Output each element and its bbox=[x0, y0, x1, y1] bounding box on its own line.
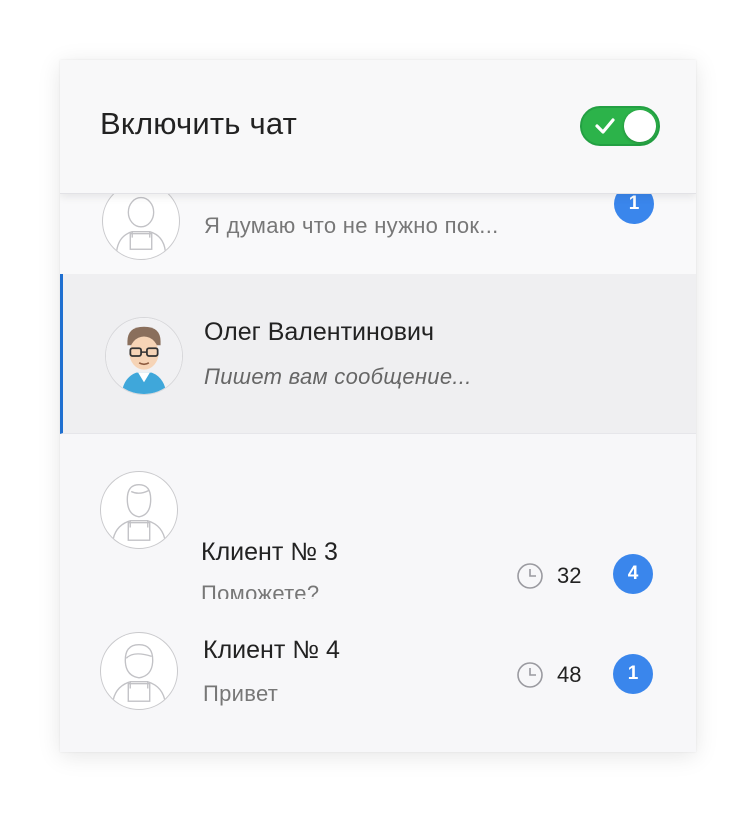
typing-status: Пишет вам сообщение... bbox=[204, 364, 472, 389]
unread-badge: 4 bbox=[613, 554, 653, 594]
chat-list-item[interactable]: Клиент № 4 Привет 48 1 bbox=[60, 599, 696, 752]
user-placeholder-icon bbox=[100, 471, 178, 549]
chat-list-item[interactable]: Я думаю что не нужно пок... 1 bbox=[60, 182, 696, 275]
enable-chat-label: Включить чат bbox=[100, 106, 297, 141]
clock-icon bbox=[517, 563, 543, 589]
chat-preview: Я думаю что не нужно пок... bbox=[204, 213, 499, 238]
chat-list-item[interactable]: Клиент № 3 Поможете? 32 4 bbox=[60, 434, 696, 606]
chat-preview: Привет bbox=[203, 681, 279, 706]
toggle-knob bbox=[624, 110, 656, 142]
chat-list-item-active[interactable]: Олег Валентинович Пишет вам сообщение... bbox=[60, 274, 696, 434]
enable-chat-toggle[interactable] bbox=[580, 106, 660, 146]
wait-time: 32 bbox=[557, 563, 582, 588]
contact-name: Клиент № 4 bbox=[203, 636, 340, 664]
clock-icon bbox=[517, 662, 543, 688]
avatar bbox=[105, 317, 183, 395]
contact-name: Клиент № 3 bbox=[201, 538, 338, 566]
chat-panel: Я думаю что не нужно пок... 1 Олег Вален… bbox=[60, 60, 696, 752]
check-icon bbox=[595, 118, 615, 134]
contact-name: Олег Валентинович bbox=[204, 318, 434, 346]
wait-time: 48 bbox=[557, 662, 582, 687]
chat-header: Включить чат bbox=[60, 60, 696, 194]
user-placeholder-icon bbox=[100, 632, 178, 710]
unread-badge: 1 bbox=[613, 654, 653, 694]
